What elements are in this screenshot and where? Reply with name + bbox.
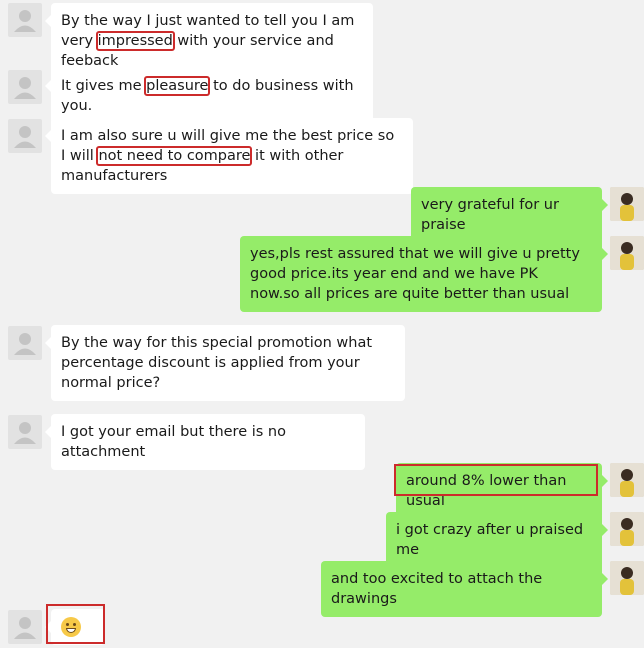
message-text: It gives me: [61, 78, 147, 94]
contact-avatar[interactable]: [8, 3, 42, 37]
incoming-message[interactable]: By the way for this special promotion wh…: [45, 325, 405, 401]
contact-avatar[interactable]: [8, 610, 42, 644]
default-user-icon: [14, 77, 36, 99]
contact-avatar[interactable]: [8, 119, 42, 153]
my-avatar[interactable]: [610, 463, 644, 497]
default-user-icon: [14, 422, 36, 444]
default-user-icon: [14, 617, 36, 639]
profile-photo-icon: [610, 512, 644, 546]
contact-avatar[interactable]: [8, 70, 42, 104]
profile-photo-icon: [610, 236, 644, 270]
outgoing-message[interactable]: and too excited to attach the drawings: [321, 561, 608, 617]
outgoing-message[interactable]: i got crazy after u praised me: [386, 512, 608, 568]
my-avatar[interactable]: [610, 236, 644, 270]
message-text: yes,pls rest assured that we will give u…: [250, 246, 580, 302]
message-text: I got your email but there is no attachm…: [61, 424, 286, 460]
incoming-message[interactable]: I am also sure u will give me the best p…: [45, 118, 413, 194]
message-text: By the way for this special promotion wh…: [61, 335, 373, 391]
incoming-message[interactable]: I got your email but there is no attachm…: [45, 414, 365, 470]
highlight-box: [46, 604, 105, 644]
default-user-icon: [14, 126, 36, 148]
my-avatar[interactable]: [610, 561, 644, 595]
profile-photo-icon: [610, 561, 644, 595]
my-avatar[interactable]: [610, 187, 644, 221]
profile-photo-icon: [610, 187, 644, 221]
my-avatar[interactable]: [610, 512, 644, 546]
contact-avatar[interactable]: [8, 415, 42, 449]
highlighted-phrase: impressed: [95, 31, 175, 51]
outgoing-message[interactable]: very grateful for ur praise: [411, 187, 608, 243]
profile-photo-icon: [610, 463, 644, 497]
outgoing-message[interactable]: yes,pls rest assured that we will give u…: [240, 236, 608, 312]
message-text: and too excited to attach the drawings: [331, 571, 543, 607]
default-user-icon: [14, 333, 36, 355]
default-user-icon: [14, 10, 36, 32]
highlighted-phrase: not need to compare: [96, 146, 253, 166]
incoming-message[interactable]: It gives me pleasure to do business with…: [45, 68, 373, 124]
highlight-box: [394, 464, 598, 496]
contact-avatar[interactable]: [8, 326, 42, 360]
message-text: i got crazy after u praised me: [396, 522, 584, 558]
message-text: very grateful for ur praise: [421, 197, 559, 233]
highlighted-phrase: pleasure: [144, 76, 211, 96]
